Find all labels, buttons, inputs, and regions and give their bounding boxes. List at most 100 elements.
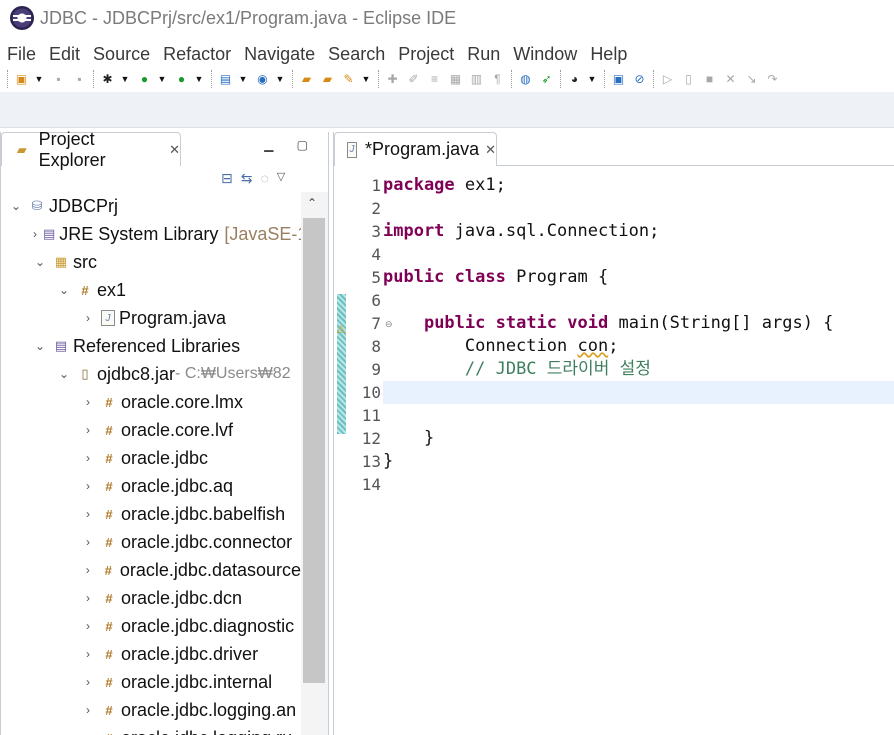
explorer-scrollbar[interactable]: ⌃ — [301, 192, 328, 735]
suspend-icon[interactable]: ▯ — [680, 71, 697, 88]
tree-item[interactable]: ⌄ ▦ src — [1, 248, 301, 276]
toggle-breadcrumb-icon[interactable]: ≡ — [426, 71, 443, 88]
code-line[interactable]: public static void main(String[] args) { — [383, 312, 894, 335]
chevron-down-icon[interactable]: ⌄ — [33, 255, 47, 269]
tree-item[interactable]: ⌄ ▯ ojdbc8.jar - C:₩Users₩82 — [1, 360, 301, 388]
step-into-icon[interactable]: ↘ — [743, 71, 760, 88]
open-task-icon[interactable]: ✎ — [340, 71, 357, 88]
menu-refactor[interactable]: Refactor — [156, 44, 237, 65]
close-icon[interactable]: ✕ — [169, 142, 180, 158]
menu-project[interactable]: Project — [391, 44, 460, 65]
tree-item[interactable]: ⌄ ⛁ JDBCPrj — [1, 192, 301, 220]
menu-file[interactable]: File — [0, 44, 42, 65]
chevron-right-icon[interactable]: › — [81, 507, 95, 521]
chevron-down-icon[interactable]: ⌄ — [57, 367, 71, 381]
menu-window[interactable]: Window — [506, 44, 583, 65]
tree-item[interactable]: › # oracle.jdbc.connector — [1, 528, 301, 556]
terminate-icon[interactable]: ■ — [701, 71, 718, 88]
open-task-dropdown-icon[interactable]: ▼ — [361, 71, 371, 88]
block-selection-icon[interactable]: ▦ — [447, 71, 464, 88]
new-java-project-dropdown-icon[interactable]: ▼ — [238, 71, 248, 88]
tree-item[interactable]: › # oracle.jdbc.datasource — [1, 556, 301, 584]
chevron-right-icon[interactable]: › — [81, 703, 95, 717]
console-icon[interactable]: ▣ — [610, 71, 627, 88]
globe-icon[interactable]: ◍ — [517, 71, 534, 88]
tree-item[interactable]: › # oracle.jdbc.aq — [1, 472, 301, 500]
view-menu-icon[interactable]: ▽ — [277, 170, 285, 187]
external-tools-icon[interactable]: ➶ — [538, 71, 555, 88]
chevron-right-icon[interactable]: › — [81, 647, 95, 661]
save-all-icon[interactable]: ▪ — [71, 71, 88, 88]
tree-item[interactable]: › # oracle.jdbc.driver — [1, 640, 301, 668]
tree-item[interactable]: › # oracle.jdbc.babelfish — [1, 500, 301, 528]
focus-icon[interactable]: ◌ — [260, 170, 268, 187]
chevron-right-icon[interactable]: › — [81, 479, 95, 493]
tree-item[interactable]: › # oracle.jdbc.logging.an — [1, 696, 301, 724]
new-class-dropdown-icon[interactable]: ▼ — [275, 71, 285, 88]
chevron-right-icon[interactable]: › — [81, 675, 95, 689]
open-folder-icon[interactable]: ▰ — [319, 71, 336, 88]
link-with-editor-icon[interactable]: ⇆ — [241, 170, 253, 187]
chevron-right-icon[interactable]: › — [81, 395, 95, 409]
code-line[interactable]: package ex1; — [383, 174, 894, 197]
run-icon[interactable]: ● — [136, 71, 153, 88]
chevron-right-icon[interactable]: › — [81, 311, 95, 325]
close-icon[interactable]: ✕ — [485, 142, 496, 158]
resume-icon[interactable]: ▷ — [659, 71, 676, 88]
new-dropdown-icon[interactable]: ▼ — [34, 71, 44, 88]
code-line[interactable] — [383, 289, 894, 312]
tree-item[interactable]: › # oracle.jdbc.internal — [1, 668, 301, 696]
minimize-maximize-icon[interactable]: ▁ ▢ — [264, 138, 318, 152]
open-type-icon[interactable]: ▰ — [298, 71, 315, 88]
scroll-up-icon[interactable]: ⌃ — [307, 196, 317, 210]
tree-item[interactable]: › # oracle.jdbc.dcn — [1, 584, 301, 612]
chevron-right-icon[interactable]: › — [81, 535, 95, 549]
code-line[interactable]: } — [383, 427, 894, 450]
code-line[interactable] — [383, 243, 894, 266]
show-whitespace-icon[interactable]: ¶ — [489, 71, 506, 88]
chevron-right-icon[interactable]: › — [81, 423, 95, 437]
chevron-right-icon[interactable]: › — [33, 227, 37, 241]
tab-program-java[interactable]: J *Program.java ✕ — [334, 132, 497, 166]
scrollbar-thumb[interactable] — [303, 218, 325, 683]
profile-dropdown-icon[interactable]: ▼ — [587, 71, 597, 88]
chevron-right-icon[interactable]: › — [81, 591, 95, 605]
chevron-down-icon[interactable]: ⌄ — [33, 339, 47, 353]
tab-project-explorer[interactable]: ▰ Project Explorer ✕ — [1, 129, 181, 170]
tree-item[interactable]: › # oracle.jdbc.logging.ru — [1, 724, 301, 735]
code-line[interactable] — [383, 473, 894, 496]
debug-icon[interactable]: ✱ — [99, 71, 116, 88]
tree-item[interactable]: › J Program.java — [1, 304, 301, 332]
menu-search[interactable]: Search — [321, 44, 391, 65]
disconnect-icon[interactable]: ✕ — [722, 71, 739, 88]
save-icon[interactable]: ▪ — [50, 71, 67, 88]
pin-icon[interactable]: ✚ — [384, 71, 401, 88]
tree-item[interactable]: › # oracle.jdbc — [1, 444, 301, 472]
new-java-project-icon[interactable]: ▤ — [217, 71, 234, 88]
mark-occurrences-icon[interactable]: ✐ — [405, 71, 422, 88]
run-dropdown-icon[interactable]: ▼ — [157, 71, 167, 88]
warning-marker-icon[interactable]: ⚠ — [336, 323, 346, 336]
code-line[interactable]: import java.sql.Connection; — [383, 220, 894, 243]
new-class-icon[interactable]: ◉ — [254, 71, 271, 88]
code-line[interactable]: } — [383, 450, 894, 473]
tree-item[interactable]: › ▤ JRE System Library [JavaSE-1 — [1, 220, 301, 248]
debug-dropdown-icon[interactable]: ▼ — [120, 71, 130, 88]
menu-source[interactable]: Source — [86, 44, 156, 65]
tree-item[interactable]: › # oracle.core.lvf — [1, 416, 301, 444]
chevron-right-icon[interactable]: › — [81, 619, 95, 633]
code-line[interactable] — [383, 404, 894, 427]
chevron-right-icon[interactable]: › — [81, 731, 95, 735]
code-line[interactable]: Connection con; — [383, 335, 894, 358]
menu-run[interactable]: Run — [460, 44, 506, 65]
coverage-dropdown-icon[interactable]: ▼ — [194, 71, 204, 88]
tree-item[interactable]: ⌄ ▤ Referenced Libraries — [1, 332, 301, 360]
tree-item[interactable]: › # oracle.core.lmx — [1, 388, 301, 416]
collapse-all-icon[interactable]: ⊟ — [221, 170, 233, 187]
step-over-icon[interactable]: ↷ — [764, 71, 781, 88]
tree-item[interactable]: ⌄ # ex1 — [1, 276, 301, 304]
chevron-right-icon[interactable]: › — [81, 451, 95, 465]
chevron-down-icon[interactable]: ⌄ — [57, 283, 71, 297]
code-line[interactable]: public class Program { — [383, 266, 894, 289]
coverage-icon[interactable]: ● — [173, 71, 190, 88]
